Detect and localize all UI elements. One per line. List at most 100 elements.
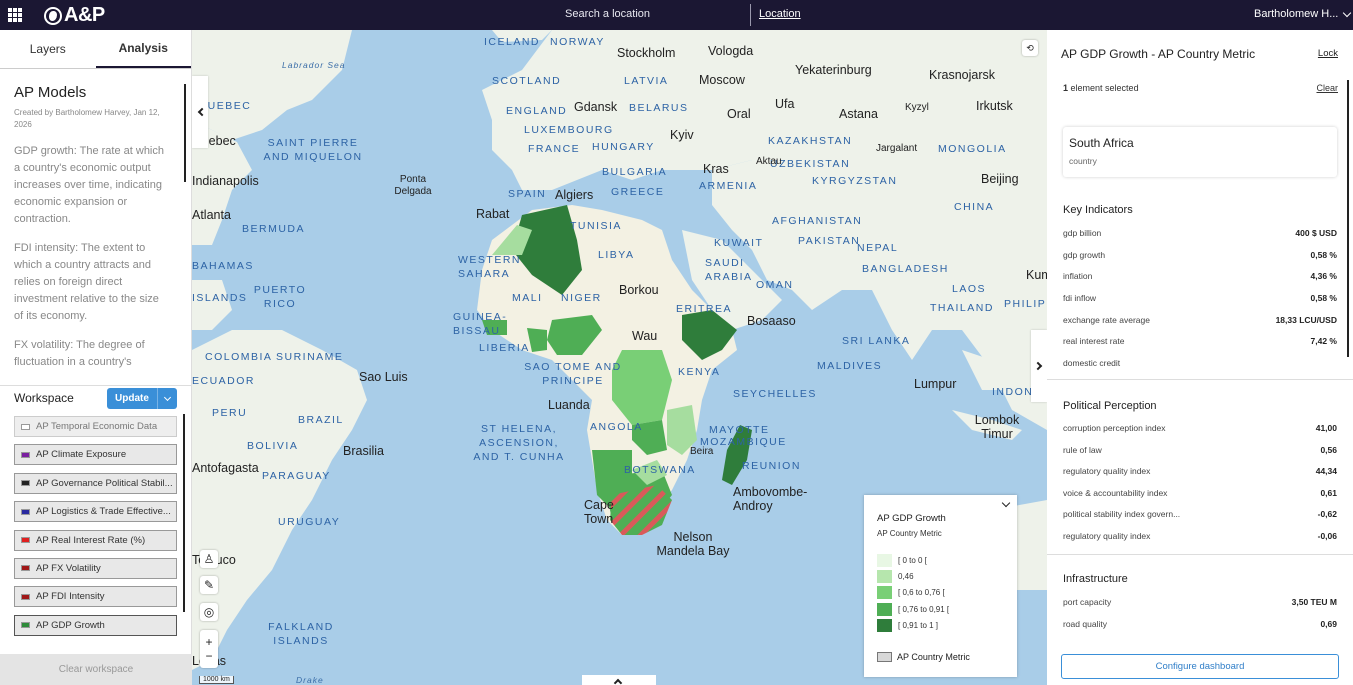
country-label: GREECE: [611, 186, 665, 198]
selected-country-card: South Africa country: [1063, 127, 1337, 177]
country-label: MAYOTTE: [709, 424, 770, 436]
workspace-layer[interactable]: AP Temporal Economic Data: [14, 416, 177, 437]
country-label: OMAN: [756, 279, 794, 291]
legend-title: AP GDP Growth: [877, 513, 946, 524]
apps-grid-icon[interactable]: [8, 8, 22, 22]
workspace-layer[interactable]: AP Climate Exposure: [14, 444, 177, 466]
tab-layers[interactable]: Layers: [0, 30, 96, 68]
model-description: GDP growth: The rate at which a country'…: [14, 145, 164, 225]
country-label: UZBEKISTAN: [770, 158, 851, 170]
layer-color-swatch: [21, 423, 30, 430]
city-label: Bosaaso: [747, 314, 796, 328]
layer-label: AP FX Volatility: [36, 562, 101, 574]
update-dropdown-toggle[interactable]: [157, 388, 177, 409]
country-label: GUINEA-BISSAU: [453, 311, 508, 337]
indicator-row: gdp growth 0,58 %: [1063, 250, 1337, 260]
indicator-row: voice & accountability index 0,61: [1063, 488, 1337, 498]
lock-link[interactable]: Lock: [1318, 48, 1338, 59]
collapse-right-panel-button[interactable]: [1031, 330, 1047, 402]
country-label: BRAZIL: [298, 414, 344, 426]
map-legend: AP GDP Growth AP Country Metric [ 0 to 0…: [864, 495, 1017, 677]
bottom-panel-toggle[interactable]: [582, 675, 656, 685]
country-label: KAZAKHSTAN: [768, 135, 853, 147]
country-label: LIBERIA: [479, 342, 530, 354]
legend-swatch: [877, 586, 892, 600]
layer-label: AP Temporal Economic Data: [36, 421, 158, 432]
map-view[interactable]: Labrador Sea Drake ICELAND NORWAY SCOTLA…: [192, 30, 1047, 685]
brand-logo[interactable]: A&P: [44, 4, 105, 27]
chevron-left-icon: [197, 107, 206, 117]
chevron-down-icon: [1343, 8, 1352, 17]
models-meta: Created by Bartholomew Harvey, Jan 12, 2…: [14, 108, 160, 129]
top-bar: A&P Search a location Location Bartholom…: [0, 0, 1353, 30]
city-label: Oral: [727, 107, 751, 121]
city-label: Jargalant: [876, 143, 918, 154]
locate-me-icon[interactable]: ◎: [200, 603, 218, 621]
legend-swatch: [877, 602, 892, 616]
city-label: Ponta Delgada: [394, 174, 432, 197]
country-label: LAOS: [952, 283, 987, 295]
layer-label: AP Governance Political Stabil...: [36, 477, 173, 489]
city-label: Astana: [839, 107, 878, 121]
country-label: URUGUAY: [278, 516, 341, 528]
location-link[interactable]: Location: [759, 8, 801, 20]
country-label: BAHAMAS: [192, 260, 254, 272]
indicator-row: rule of law 0,56: [1063, 445, 1337, 455]
user-menu[interactable]: Bartholomew H...: [1254, 8, 1352, 20]
workspace-layer[interactable]: AP Logistics & Trade Effective...: [14, 501, 177, 523]
update-button-label: Update: [115, 393, 149, 404]
workspace-layer[interactable]: AP FX Volatility: [14, 557, 177, 579]
indicator-row: domestic credit: [1063, 358, 1121, 368]
layer-label: AP FDI Intensity: [36, 591, 105, 603]
clear-selection-link[interactable]: Clear: [1316, 83, 1338, 93]
layer-color-swatch: [21, 565, 30, 572]
country-label: WESTERN SAHARA: [458, 254, 521, 280]
update-button[interactable]: Update: [107, 388, 177, 409]
zoom-out-icon[interactable]: −: [205, 649, 212, 663]
compass-icon[interactable]: ⟲: [1022, 40, 1038, 56]
country-label: ANGOLA: [590, 421, 643, 433]
city-label: Kras: [703, 162, 729, 176]
dashboard-title: AP GDP Growth - AP Country Metric: [1061, 47, 1256, 61]
section-divider: [1047, 379, 1353, 380]
workspace-scrollbar[interactable]: [183, 414, 185, 612]
city-label: Irkutsk: [976, 99, 1013, 113]
measure-ruler-icon[interactable]: ✎: [200, 576, 218, 594]
country-label: PARAGUAY: [262, 470, 331, 482]
country-label: PAKISTAN: [798, 235, 861, 247]
workspace-layer[interactable]: AP Real Interest Rate (%): [14, 529, 177, 551]
selection-count: 1: [1063, 83, 1069, 93]
top-divider: [750, 4, 751, 26]
right-panel-scrollbar[interactable]: [1347, 80, 1349, 357]
city-label: Indianapolis: [192, 174, 259, 188]
indicator-row: political stability index govern... -0,62: [1063, 509, 1337, 519]
legend-swatch: [877, 652, 892, 662]
street-view-icon[interactable]: ♙: [200, 550, 218, 568]
zoom-in-icon[interactable]: +: [205, 635, 212, 649]
legend-swatch: [877, 618, 892, 632]
workspace-layer[interactable]: AP Governance Political Stabil...: [14, 472, 177, 494]
workspace-layer[interactable]: AP FDI Intensity: [14, 586, 177, 608]
collapse-legend-icon[interactable]: [1001, 498, 1011, 508]
models-scrollbar[interactable]: [184, 84, 186, 182]
workspace-layer-active[interactable]: AP GDP Growth: [14, 614, 177, 636]
configure-dashboard-button[interactable]: Configure dashboard: [1061, 654, 1339, 679]
country-label: ERITREA: [676, 303, 733, 315]
city-label: Antofagasta: [192, 461, 259, 475]
layer-color-swatch: [21, 451, 30, 458]
country-label: LATVIA: [624, 75, 669, 87]
search-location-input[interactable]: Search a location: [565, 8, 650, 20]
country-label: THAILAND: [930, 302, 994, 314]
sea-label: Drake: [296, 675, 324, 685]
collapse-left-panel-button[interactable]: [192, 76, 208, 148]
country-label: ISLANDS: [192, 292, 248, 304]
tab-analysis[interactable]: Analysis: [95, 30, 191, 68]
city-label: Gdansk: [574, 100, 618, 114]
country-label: SCOTLAND: [492, 75, 562, 87]
legend-label: [ 0,76 to 0,91 [: [898, 604, 950, 614]
country-label: PERU: [212, 407, 248, 419]
workspace-divider: [0, 385, 192, 386]
legend-item: [ 0,91 to 1 ]: [877, 617, 1017, 633]
country-label: KUWAIT: [714, 237, 764, 249]
clear-workspace-button[interactable]: Clear workspace: [0, 654, 192, 685]
